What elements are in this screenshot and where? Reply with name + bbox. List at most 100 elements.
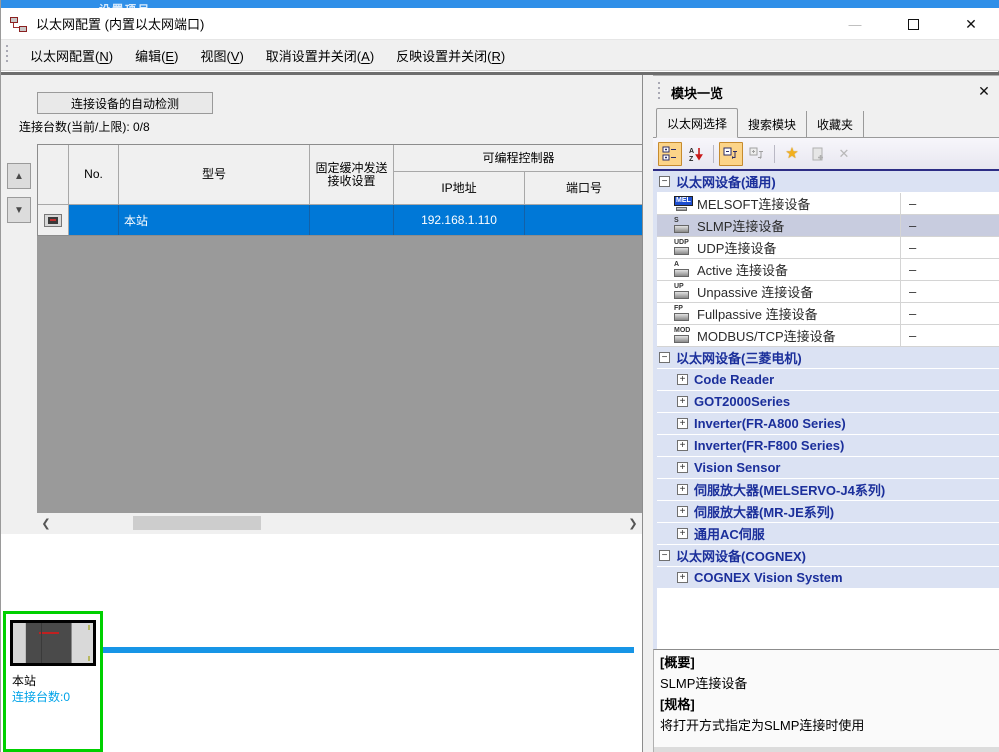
tree-item-device[interactable]: MODMODBUS/TCP连接设备– bbox=[657, 325, 999, 347]
tree-item-label: 通用AC伺服 bbox=[694, 524, 765, 543]
tab-active[interactable]: 以太网选择 bbox=[656, 108, 738, 138]
station-row-icon bbox=[38, 205, 69, 235]
panel-title: 模块一览 bbox=[671, 83, 723, 102]
collapse-box-icon[interactable]: − bbox=[659, 176, 670, 187]
menu-item[interactable]: 反映设置并关闭(R) bbox=[385, 42, 516, 69]
tree-item-device[interactable]: AActive 连接设备– bbox=[657, 259, 999, 281]
window-controls: — ✕ bbox=[826, 8, 999, 40]
tree-item-label: Active 连接设备 bbox=[697, 260, 788, 279]
expand-box-icon[interactable]: + bbox=[677, 374, 688, 385]
tree-item-device[interactable]: FPFullpassive 连接设备– bbox=[657, 303, 999, 325]
network-diagram-canvas: 本站 连接台数:0 ❮ ❯ bbox=[1, 534, 645, 752]
close-button[interactable]: ✕ bbox=[942, 8, 999, 40]
summary-text: SLMP连接设备 bbox=[660, 673, 994, 694]
connection-count-label: 连接台数(当前/上限): 0/8 bbox=[19, 118, 150, 135]
expand-box-icon[interactable]: + bbox=[677, 572, 688, 583]
tree-item-category[interactable]: + GOT2000Series bbox=[657, 391, 999, 413]
tree-item-category[interactable]: + 伺服放大器(MR-JE系列) bbox=[657, 501, 999, 523]
cell-port[interactable] bbox=[525, 205, 643, 235]
tree-item-label: Inverter(FR-F800 Series) bbox=[694, 438, 844, 453]
expand-box-icon[interactable]: + bbox=[677, 462, 688, 473]
table-empty-area bbox=[37, 236, 642, 513]
tree-item-label: Code Reader bbox=[694, 372, 774, 387]
move-up-button[interactable]: ▲ bbox=[7, 163, 31, 189]
table-horizontal-scrollbar[interactable]: ❮ ❯ bbox=[37, 513, 642, 534]
tree-item-device[interactable]: UPUnpassive 连接设备– bbox=[657, 281, 999, 303]
tree-item-category[interactable]: + Inverter(FR-A800 Series) bbox=[657, 413, 999, 435]
tree-item-label: Inverter(FR-A800 Series) bbox=[694, 416, 846, 431]
device-info-panel: [概要] SLMP连接设备 [规格] 将打开方式指定为SLMP连接时使用 bbox=[653, 649, 999, 752]
move-down-button[interactable]: ▼ bbox=[7, 197, 31, 223]
summary-header: [概要] bbox=[660, 652, 994, 673]
column-header-port: 端口号 bbox=[525, 172, 643, 205]
tree-item-category[interactable]: + Inverter(FR-F800 Series) bbox=[657, 435, 999, 457]
background-window-text: 设置项目 bbox=[99, 1, 151, 8]
cell-buffer[interactable] bbox=[310, 205, 394, 235]
tree-section-header[interactable]: −以太网设备(通用) bbox=[657, 171, 999, 193]
column-header-no: No. bbox=[69, 145, 119, 205]
cell-model[interactable]: 本站 bbox=[119, 205, 310, 235]
menu-item[interactable]: 视图(V) bbox=[189, 42, 254, 69]
expand-box-icon[interactable]: + bbox=[677, 418, 688, 429]
tree-section-header[interactable]: −以太网设备(COGNEX) bbox=[657, 545, 999, 567]
minimize-button[interactable]: — bbox=[826, 8, 884, 40]
tab-inactive[interactable]: 收藏夹 bbox=[807, 111, 864, 138]
scroll-right-icon[interactable]: ❯ bbox=[624, 517, 642, 530]
panel-grip-handle[interactable] bbox=[657, 82, 661, 102]
host-station-selected-box[interactable]: 本站 连接台数:0 bbox=[3, 611, 103, 752]
expand-box-icon[interactable]: + bbox=[677, 484, 688, 495]
scrollbar-thumb[interactable] bbox=[133, 516, 261, 530]
svg-text:A: A bbox=[689, 148, 694, 155]
tree-item-device[interactable]: SSLMP连接设备– bbox=[657, 215, 999, 237]
titlebar: 以太网配置 (内置以太网端口) — ✕ bbox=[1, 8, 999, 40]
ethernet-config-window: 设置项目 以太网配置 (内置以太网端口) — ✕ 以太网配置(N)编辑(E)视图… bbox=[0, 0, 999, 752]
svg-text:Z: Z bbox=[689, 156, 694, 162]
tree-item-category[interactable]: + Vision Sensor bbox=[657, 457, 999, 479]
column-header-model: 型号 bbox=[119, 145, 310, 205]
tree-item-label: 伺服放大器(MR-JE系列) bbox=[694, 502, 834, 521]
tree-item-category[interactable]: + 伺服放大器(MELSERVO-J4系列) bbox=[657, 479, 999, 501]
cell-ip-address[interactable]: 192.168.1.110 bbox=[394, 205, 525, 235]
tree-item-label: 伺服放大器(MELSERVO-J4系列) bbox=[694, 480, 885, 499]
menu-grip-handle[interactable] bbox=[5, 45, 9, 65]
sort-az-icon[interactable]: A Z bbox=[684, 142, 708, 166]
collapse-box-icon[interactable]: − bbox=[659, 550, 670, 561]
menu-item[interactable]: 编辑(E) bbox=[124, 42, 189, 69]
tree-item-category[interactable]: + Code Reader bbox=[657, 369, 999, 391]
tree-item-label: MELSOFT连接设备 bbox=[697, 194, 810, 213]
maximize-button[interactable] bbox=[884, 8, 942, 40]
tab-inactive[interactable]: 搜索模块 bbox=[738, 111, 807, 138]
window-title: 以太网配置 (内置以太网端口) bbox=[36, 14, 204, 33]
tree-section-header[interactable]: −以太网设备(三菱电机) bbox=[657, 347, 999, 369]
panel-splitter[interactable] bbox=[642, 75, 653, 752]
menu-items: 以太网配置(N)编辑(E)视图(V)取消设置并关闭(A)反映设置并关闭(R) bbox=[19, 42, 516, 69]
cell-no[interactable] bbox=[69, 205, 119, 235]
tree-view-icon[interactable] bbox=[658, 142, 682, 166]
favorite-star-icon[interactable]: ★ bbox=[780, 142, 804, 166]
tree-item-value: – bbox=[900, 215, 999, 236]
tree-item-label: GOT2000Series bbox=[694, 394, 790, 409]
tree-item-value: – bbox=[900, 281, 999, 302]
expand-box-icon[interactable]: + bbox=[677, 506, 688, 517]
tree-item-device[interactable]: UDPUDP连接设备– bbox=[657, 237, 999, 259]
spec-text: 将打开方式指定为SLMP连接时使用 bbox=[660, 715, 994, 736]
tree-item-device[interactable]: MELMELSOFT连接设备– bbox=[657, 193, 999, 215]
tree-item-label: Vision Sensor bbox=[694, 460, 780, 475]
expand-box-icon[interactable]: + bbox=[677, 396, 688, 407]
column-header-plc: 可编程控制器 bbox=[394, 145, 643, 172]
tree-item-category[interactable]: + 通用AC伺服 bbox=[657, 523, 999, 545]
menu-item[interactable]: 以太网配置(N) bbox=[19, 42, 124, 69]
menu-item[interactable]: 取消设置并关闭(A) bbox=[255, 42, 385, 69]
ethernet-trunk-line bbox=[103, 647, 634, 653]
expand-box-icon[interactable]: + bbox=[677, 440, 688, 451]
collapse-box-icon[interactable]: − bbox=[659, 352, 670, 363]
tree-item-category[interactable]: +COGNEX Vision System bbox=[657, 567, 999, 589]
collapse-all-icon[interactable] bbox=[719, 142, 743, 166]
expand-box-icon[interactable]: + bbox=[677, 528, 688, 539]
auto-detect-button[interactable]: 连接设备的自动检测 bbox=[37, 92, 213, 114]
tree-item-value: – bbox=[900, 237, 999, 258]
tree-item-label: SLMP连接设备 bbox=[697, 216, 784, 235]
scroll-left-icon[interactable]: ❮ bbox=[37, 517, 55, 530]
panel-close-icon[interactable]: ✕ bbox=[974, 81, 994, 101]
table-row-host-station[interactable]: 本站 192.168.1.110 bbox=[38, 205, 643, 235]
